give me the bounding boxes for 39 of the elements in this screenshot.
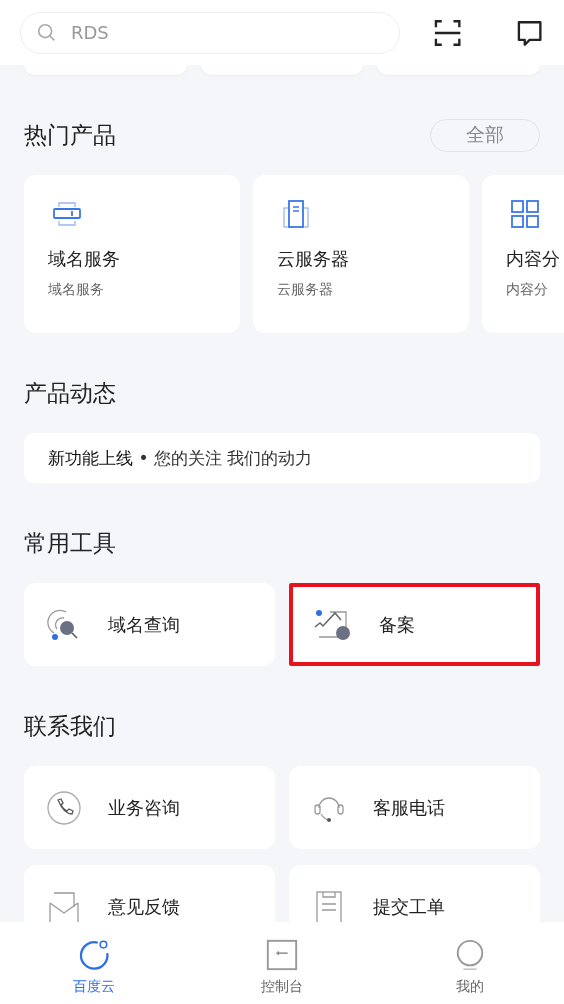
section-title: 热门产品 — [24, 120, 116, 150]
contact-label: 客服电话 — [373, 795, 445, 820]
tool-label: 备案 — [379, 612, 415, 637]
contact-label: 意见反馈 — [108, 894, 180, 919]
product-subtitle: 云服务器 — [277, 281, 333, 299]
building-icon — [281, 199, 311, 229]
console-icon — [265, 938, 299, 972]
contact-label: 业务咨询 — [108, 795, 180, 820]
search-field[interactable]: RDS — [20, 11, 401, 54]
contact-card[interactable]: 提交工单 — [289, 865, 540, 922]
product-title: 云服务器 — [277, 247, 349, 271]
product-card[interactable]: 云服务器 云服务器 — [253, 175, 469, 333]
contact-card[interactable]: 意见反馈 — [24, 865, 275, 922]
scan-icon[interactable] — [433, 17, 463, 48]
search-icon — [36, 21, 58, 44]
nav-tab[interactable]: 百度云 — [34, 922, 154, 1004]
product-title: 内容分 — [506, 247, 560, 271]
section-title: 常用工具 — [24, 528, 116, 558]
nav-tab[interactable]: 我的 — [410, 922, 530, 1004]
news-text: 新功能上线 • 您的关注 我们的动力 — [48, 446, 313, 470]
cloud-logo-icon — [77, 938, 111, 972]
product-title: 域名服务 — [48, 247, 120, 271]
server-rack-icon — [52, 199, 82, 229]
contact-card[interactable]: 客服电话 — [289, 766, 540, 849]
tool-card[interactable]: 域名查询 — [24, 583, 275, 666]
section-title: 联系我们 — [24, 711, 116, 741]
tool-card[interactable]: 备案 — [289, 583, 540, 666]
contact-card[interactable]: 业务咨询 — [24, 766, 275, 849]
product-card[interactable]: 内容分 内容分 — [482, 175, 564, 333]
news-banner[interactable]: 新功能上线 • 您的关注 我们的动力 — [24, 433, 540, 483]
contact-label: 提交工单 — [373, 894, 445, 919]
product-subtitle: 内容分 — [506, 281, 548, 299]
phone-icon — [46, 789, 82, 826]
product-card[interactable]: 域名服务 域名服务 — [24, 175, 240, 333]
grid-icon — [510, 199, 540, 229]
tool-label: 域名查询 — [108, 612, 180, 637]
section-title: 产品动态 — [24, 378, 116, 408]
nav-tab[interactable]: 控制台 — [222, 922, 342, 1004]
product-subtitle: 域名服务 — [48, 281, 104, 299]
